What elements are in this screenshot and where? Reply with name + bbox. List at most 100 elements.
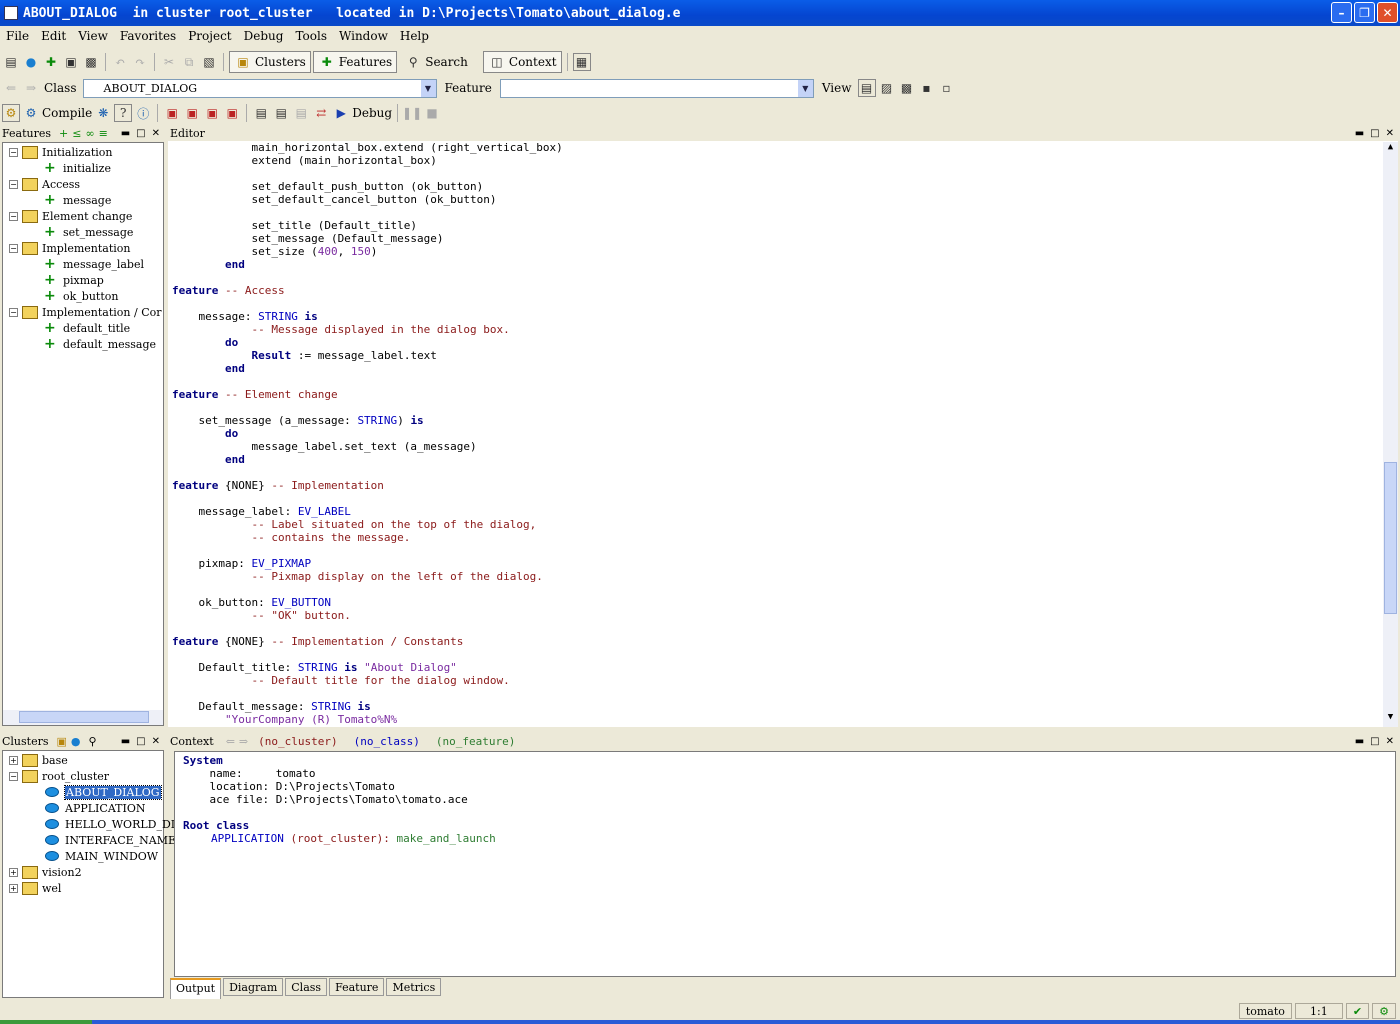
new-editor-icon[interactable]: ▤ [2,53,20,71]
dependency-icon[interactable]: ▦ [572,53,591,71]
paste-icon[interactable]: ▧ [200,53,218,71]
run-icon[interactable]: ▶ [332,104,350,122]
class-item[interactable]: ABOUT_DIALOG [45,784,162,800]
flat-contract-view-icon[interactable]: ▪ [918,79,936,97]
collapse-icon[interactable]: − [9,307,18,317]
feature-item[interactable]: + ok_button [44,288,118,304]
tab-output[interactable]: Output [170,978,222,999]
interface-view-icon[interactable]: ▫ [938,79,956,97]
menu-window[interactable]: Window [333,29,394,43]
enable-bp-icon[interactable]: ▤ [272,104,290,122]
cluster-item[interactable]: + base [9,752,68,768]
class-combo[interactable]: ABOUT_DIALOG ▼ [82,78,437,98]
feature-combo[interactable]: ▼ [499,78,814,98]
flat-view-icon[interactable]: ▨ [878,79,896,97]
feature-item[interactable]: + set_message [44,224,133,240]
close-panel-icon[interactable]: ✕ [1386,128,1394,139]
chevron-down-icon[interactable]: ▼ [797,79,813,97]
new-class-icon[interactable]: ✚ [42,53,60,71]
finalize-icon[interactable]: ▣ [163,104,181,122]
menu-tools[interactable]: Tools [289,29,333,43]
tab-metrics[interactable]: Metrics [386,978,442,996]
menu-view[interactable]: View [72,29,114,43]
feature-category[interactable]: − Implementation [9,240,131,256]
menu-project[interactable]: Project [182,29,237,43]
minimize-panel-icon[interactable]: ▬ [121,736,130,747]
close-panel-icon[interactable]: ✕ [152,128,160,139]
context-class[interactable]: (no_class) [354,735,420,748]
context-forward-icon[interactable]: ⇒ [239,735,248,748]
feature-item[interactable]: + message [44,192,111,208]
close-panel-icon[interactable]: ✕ [1386,736,1394,747]
expand-icon[interactable]: + [9,755,18,765]
menu-favorites[interactable]: Favorites [114,29,182,43]
feature-category[interactable]: − Initialization [9,144,112,160]
system-icon[interactable]: ⚙ [2,104,20,122]
text-view-icon[interactable]: ▤ [857,79,876,97]
locate-icon[interactable]: ⚲ [89,735,97,748]
disable-bp-icon[interactable]: ▤ [292,104,310,122]
scroll-up-icon[interactable]: ▲ [1383,142,1398,157]
collapse-icon[interactable]: − [9,243,18,253]
minimize-button[interactable]: – [1331,2,1352,23]
freeze-icon[interactable]: ❋ [94,104,112,122]
root-class-name[interactable]: APPLICATION [211,832,284,845]
close-panel-icon[interactable]: ✕ [152,736,160,747]
cut-icon[interactable]: ✂ [160,53,178,71]
feature-item[interactable]: + pixmap [44,272,104,288]
new-context-icon[interactable]: ● [22,53,40,71]
copy-icon[interactable]: ⧉ [180,53,198,71]
open-icon[interactable]: ▩ [82,53,100,71]
expand-icon[interactable]: + [9,867,18,877]
feature-item[interactable]: + message_label [44,256,144,272]
stop-icon[interactable]: ■ [423,104,441,122]
precompile-icon[interactable]: ▣ [183,104,201,122]
info-icon[interactable]: ⓘ [134,104,152,122]
back-icon[interactable]: ⇐ [2,79,20,97]
maximize-panel-icon[interactable]: □ [1370,736,1379,747]
start-button[interactable] [0,1020,92,1024]
maximize-panel-icon[interactable]: □ [136,128,145,139]
minimize-panel-icon[interactable]: ▬ [1355,128,1364,139]
menu-help[interactable]: Help [394,29,435,43]
class-item[interactable]: INTERFACE_NAMES [45,832,184,848]
new-cluster-icon[interactable]: ▣ [57,735,67,748]
feature-item[interactable]: + default_message [44,336,156,352]
help-icon[interactable]: ? [114,104,133,122]
menu-debug[interactable]: Debug [238,29,290,43]
breakpoint-icon[interactable]: ▤ [252,104,270,122]
features-hscrollbar[interactable] [3,710,163,725]
search-button[interactable]: ⚲ Search [399,51,473,73]
menu-file[interactable]: File [0,29,35,43]
features-toggle-button[interactable]: ✚ Features [312,51,398,73]
expand-icon[interactable]: − [9,771,18,781]
feature-category[interactable]: − Element change [9,208,132,224]
new-class-small-icon[interactable]: ● [71,735,81,748]
tab-feature[interactable]: Feature [329,978,385,996]
pause-icon[interactable]: ❚❚ [402,104,422,122]
step-icon[interactable]: ⇄ [312,104,330,122]
filter-icon[interactable]: ≤ [72,127,81,140]
editor-vscrollbar[interactable]: ▲ ▼ [1383,142,1398,727]
feature-category[interactable]: − Implementation / Cor [9,304,162,320]
minimize-panel-icon[interactable]: ▬ [121,128,130,139]
menu-edit[interactable]: Edit [35,29,72,43]
class-item[interactable]: HELLO_WORLD_DLG [45,816,187,832]
collapse-icon[interactable]: − [9,147,18,157]
context-toggle-button[interactable]: ◫ Context [482,51,562,73]
chevron-down-icon[interactable]: ▼ [420,79,436,97]
root-class-feature[interactable]: make_and_launch [396,832,495,845]
class-item[interactable]: MAIN_WINDOW [45,848,158,864]
scroll-down-icon[interactable]: ▼ [1383,712,1398,727]
collapse-icon[interactable]: − [9,179,18,189]
list-icon[interactable]: ≡ [99,127,108,140]
undo-icon[interactable]: ↶ [111,53,129,71]
sort-icon[interactable]: ∞ [85,127,94,140]
contract-view-icon[interactable]: ▩ [898,79,916,97]
maximize-panel-icon[interactable]: □ [1370,128,1379,139]
save-icon[interactable]: ▣ [62,53,80,71]
context-back-icon[interactable]: ⇐ [226,735,235,748]
minimize-panel-icon[interactable]: ▬ [1355,736,1364,747]
feature-category[interactable]: − Access [9,176,80,192]
debug-button[interactable]: Debug [352,106,392,120]
